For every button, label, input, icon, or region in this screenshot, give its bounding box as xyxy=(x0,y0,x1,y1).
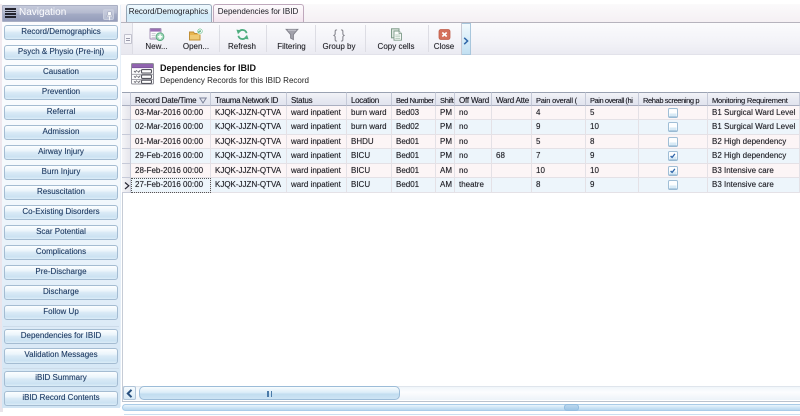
svg-text:{ }: { } xyxy=(333,28,345,42)
